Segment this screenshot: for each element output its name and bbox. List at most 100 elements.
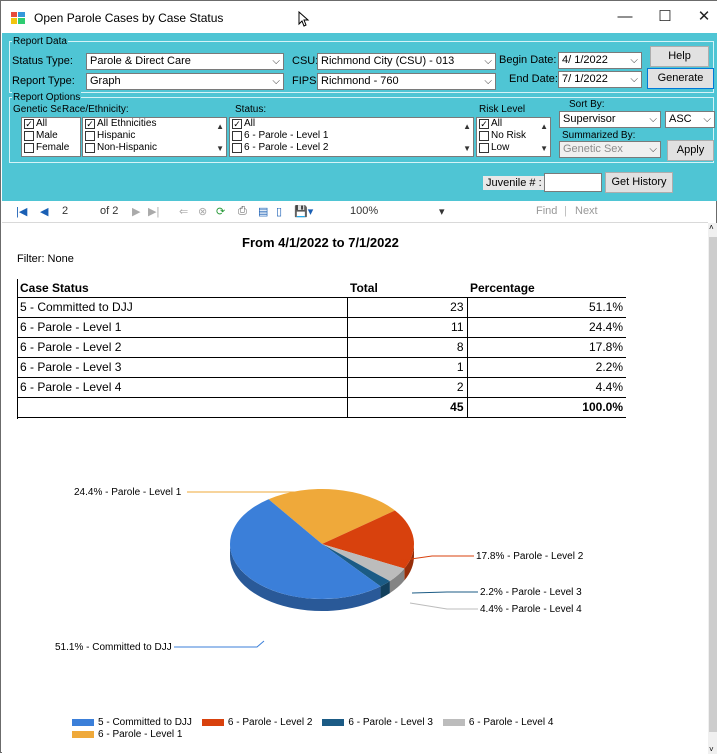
case-status-table: Case Status Total Percentage 5 - Committ… <box>17 279 626 418</box>
scroll-down-icon: ▼ <box>540 144 548 153</box>
scroll-up-icon: ▲ <box>540 122 548 131</box>
checkbox <box>85 131 95 141</box>
legend-label: 6 - Parole - Level 3 <box>348 717 433 728</box>
risk-item[interactable]: Low <box>477 142 550 154</box>
checkbox: ✓ <box>232 119 242 129</box>
zoom-select[interactable]: 100% <box>350 205 378 217</box>
report-type-label: Report Type: <box>12 75 75 87</box>
next-page-icon[interactable]: ▶ <box>132 205 140 218</box>
chevron-down-icon[interactable]: ▾ <box>439 205 445 218</box>
export-icon[interactable]: 💾▾ <box>294 205 313 218</box>
checkbox <box>24 131 34 141</box>
table-row: 6 - Parole - Level 2 8 17.8% <box>17 337 626 358</box>
callout-line <box>411 591 478 594</box>
scroll-down-icon: ▼ <box>463 144 471 153</box>
back-icon[interactable]: ⇐ <box>179 205 188 218</box>
summarized-by-select[interactable]: Genetic Sex ⌵ <box>559 141 661 158</box>
checkbox <box>24 143 34 153</box>
current-page-input[interactable]: 2 <box>62 205 68 217</box>
chevron-down-icon: ⌵ <box>630 74 638 85</box>
table-row: 6 - Parole - Level 3 1 2.2% <box>17 357 626 378</box>
legend-item: 5 - Committed to DJJ <box>72 717 192 729</box>
chevron-down-icon: ⌵ <box>649 114 657 125</box>
last-page-icon[interactable]: ▶| <box>148 205 159 218</box>
fips-select[interactable]: Richmond - 760 ⌵ <box>317 73 496 90</box>
refresh-icon[interactable]: ⟳ <box>216 205 225 218</box>
mouse-cursor-icon <box>298 11 310 27</box>
col-total: Total <box>347 279 467 298</box>
legend-label: 5 - Committed to DJJ <box>98 717 192 728</box>
maximize-button[interactable]: ☐ <box>653 7 677 27</box>
risk-item[interactable]: No Risk <box>477 130 550 142</box>
report-window: Open Parole Cases by Case Status — ☐ ✕ R… <box>0 0 717 754</box>
sort-direction-select[interactable]: ASC ⌵ <box>665 111 715 128</box>
table-total-row: 45 100.0% <box>17 397 626 418</box>
close-button[interactable]: ✕ <box>692 7 716 27</box>
checkbox <box>232 143 242 153</box>
pie-chart: 51.1% - Committed to DJJ 24.4% - Parole -… <box>55 487 584 653</box>
juvenile-number-input[interactable] <box>544 173 602 192</box>
vertical-scrollbar[interactable]: ˄ ˅ <box>708 223 717 754</box>
chart-legend: 5 - Committed to DJJ 6 - Parole - Level 2… <box>72 717 632 741</box>
status-item[interactable]: 6 - Parole - Level 2 <box>230 142 473 154</box>
minimize-button[interactable]: — <box>613 7 637 27</box>
legend-label: 6 - Parole - Level 4 <box>468 717 554 728</box>
legend-item: 6 - Parole - Level 4 <box>442 717 554 729</box>
col-percentage: Percentage <box>467 279 626 298</box>
status-item[interactable]: 6 - Parole - Level 1 <box>230 130 473 142</box>
slice-label: 4.4% - Parole - Level 4 <box>480 604 582 615</box>
first-page-icon[interactable]: |◀ <box>16 205 27 218</box>
page-setup-icon[interactable]: ▯ <box>276 205 282 218</box>
stop-icon[interactable]: ⊗ <box>198 205 207 218</box>
filter-text: Filter: None <box>17 253 74 265</box>
get-history-button[interactable]: Get History <box>605 172 673 193</box>
race-item[interactable]: Hispanic <box>83 130 226 142</box>
scroll-up-icon: ▲ <box>463 122 471 131</box>
status-type-select[interactable]: Parole & Direct Care ⌵ <box>86 53 284 70</box>
risk-level-list[interactable]: ✓ All No Risk Low ▲ ▼ <box>476 117 551 157</box>
report-type-select[interactable]: Graph ⌵ <box>86 73 284 90</box>
print-layout-icon[interactable]: ▤ <box>258 205 268 218</box>
begin-date-picker[interactable]: 4/ 1/2022 ⌵ <box>558 52 642 69</box>
find-link[interactable]: Find <box>536 205 557 217</box>
previous-page-icon[interactable]: ◀ <box>40 205 48 218</box>
begin-date-label: Begin Date: <box>499 54 557 66</box>
status-list[interactable]: ✓ All 6 - Parole - Level 1 6 - Parole - L… <box>229 117 474 157</box>
sort-by-select[interactable]: Supervisor ⌵ <box>559 111 661 128</box>
table-header: Case Status Total Percentage <box>17 279 626 298</box>
genetic-sex-item[interactable]: Male <box>22 130 80 142</box>
table-left-border <box>17 279 18 419</box>
callout-line <box>174 640 265 648</box>
report-viewer-toolbar: |◀ ◀ 2 of 2 ▶ ▶| ⇐ ⊗ ⟳ ⎙ ▤ ▯ 💾▾ 100% ▾ F… <box>2 201 708 223</box>
find-next-link[interactable]: Next <box>575 205 598 217</box>
race-ethnicity-list[interactable]: ✓ All Ethnicities Hispanic Non-Hispanic ▲… <box>82 117 227 157</box>
checkbox <box>232 131 242 141</box>
scroll-down-icon: ▼ <box>216 144 224 153</box>
chevron-down-icon: ⌵ <box>703 114 711 125</box>
genetic-sex-item[interactable]: Female <box>22 142 80 154</box>
sort-by-label: Sort By: <box>568 99 606 110</box>
app-icon <box>11 12 25 24</box>
risk-item[interactable]: ✓ All <box>477 118 550 130</box>
page-count: of 2 <box>100 205 119 217</box>
scrollbar-thumb[interactable] <box>709 237 717 732</box>
race-item[interactable]: Non-Hispanic <box>83 142 226 154</box>
race-item[interactable]: ✓ All Ethnicities <box>83 118 226 130</box>
report-content: From 4/1/2022 to 7/1/2022 Filter: None C… <box>2 223 708 754</box>
csu-label: CSU: <box>292 55 319 67</box>
genetic-sex-item[interactable]: ✓ All <box>22 118 80 130</box>
csu-select[interactable]: Richmond City (CSU) - 013 ⌵ <box>317 53 496 70</box>
end-date-picker[interactable]: 7/ 1/2022 ⌵ <box>558 71 642 88</box>
genetic-sex-list[interactable]: ✓ All Male Female <box>21 117 81 157</box>
generate-button[interactable]: Generate <box>647 68 714 89</box>
chevron-down-icon: ⌵ <box>484 56 492 67</box>
status-item[interactable]: ✓ All <box>230 118 473 130</box>
parameter-panel: Report Data Status Type: Parole & Direct… <box>2 33 717 201</box>
help-button[interactable]: Help <box>650 46 709 67</box>
slice-label: 2.2% - Parole - Level 3 <box>480 587 582 598</box>
fips-label: FIPS: <box>292 75 320 87</box>
chevron-down-icon: ⌵ <box>649 144 657 155</box>
print-icon[interactable]: ⎙ <box>238 205 247 218</box>
title-bar: Open Parole Cases by Case Status — ☐ ✕ <box>1 1 717 33</box>
apply-button[interactable]: Apply <box>667 140 714 161</box>
